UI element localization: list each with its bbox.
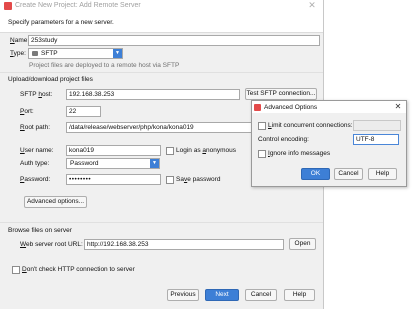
browse-section-title: Browse files on server <box>8 227 72 234</box>
section-divider <box>0 72 323 73</box>
type-select[interactable]: SFTP ▼ <box>28 48 123 59</box>
chevron-down-icon: ▼ <box>113 49 122 58</box>
dont-check-http-checkbox[interactable] <box>12 266 20 274</box>
chevron-down-icon: ▼ <box>150 159 159 168</box>
name-label: Name: <box>10 37 30 44</box>
advanced-options-dialog: Advanced Options ✕ Limit concurrent conn… <box>251 100 407 187</box>
advanced-options-button[interactable]: Advanced options... <box>24 196 87 208</box>
web-root-url-label: Web server root URL: <box>20 241 83 248</box>
previous-button[interactable]: Previous <box>167 289 199 301</box>
dont-check-http-label: Don't check HTTP connection to server <box>22 266 135 273</box>
cancel-button[interactable]: Cancel <box>245 289 277 301</box>
auth-type-select[interactable]: Password ▼ <box>66 158 160 169</box>
save-password-checkbox[interactable] <box>166 176 174 184</box>
close-icon[interactable]: ✕ <box>302 0 322 11</box>
help-button[interactable]: Help <box>368 168 397 180</box>
type-hint: Project files are deployed to a remote h… <box>29 62 180 69</box>
open-button[interactable]: Open <box>289 238 316 250</box>
app-icon <box>254 104 261 111</box>
test-connection-button[interactable]: Test SFTP connection... <box>245 88 317 100</box>
login-anonymous-checkbox[interactable] <box>166 147 174 155</box>
next-button[interactable]: Next <box>205 289 239 301</box>
web-root-url-input[interactable]: http://192.168.38.253 <box>84 239 284 250</box>
control-encoding-label: Control encoding: <box>258 136 309 143</box>
header-text: Specify parameters for a new server. <box>8 19 114 26</box>
app-icon <box>4 2 12 10</box>
auth-type-value: Password <box>70 160 99 167</box>
limit-connections-label: Limit concurrent connections: <box>268 122 353 129</box>
port-label: Port: <box>20 108 34 115</box>
user-name-label: User name: <box>20 147 54 154</box>
control-encoding-input[interactable]: UTF-8 <box>353 134 399 145</box>
name-input[interactable]: 253study <box>28 35 320 46</box>
root-path-input[interactable]: /data/release/webserver/php/kona/kona019 <box>66 122 252 133</box>
ignore-info-checkbox[interactable] <box>258 150 266 158</box>
type-label: Type: <box>10 50 26 57</box>
save-password-label: Save password <box>176 176 221 183</box>
password-input[interactable]: •••••••• <box>66 174 161 185</box>
user-name-input[interactable]: kona019 <box>66 145 161 156</box>
limit-connections-checkbox[interactable] <box>258 122 266 130</box>
advanced-dialog-title: Advanced Options <box>264 104 318 111</box>
cancel-button[interactable]: Cancel <box>334 168 363 180</box>
port-input[interactable]: 22 <box>66 106 101 117</box>
sftp-host-label: SFTP host: <box>20 91 53 98</box>
help-button[interactable]: Help <box>284 289 315 301</box>
dialog-title: Create New Project: Add Remote Server <box>15 2 141 9</box>
type-value: SFTP <box>41 50 58 57</box>
title-bar: Create New Project: Add Remote Server ✕ <box>0 0 323 12</box>
dialog-header: Specify parameters for a new server. <box>0 12 323 33</box>
limit-connections-input[interactable] <box>353 120 401 131</box>
ok-button[interactable]: OK <box>301 168 330 180</box>
sftp-icon <box>32 51 38 56</box>
section-divider <box>0 222 323 223</box>
sftp-host-input[interactable]: 192.168.38.253 <box>66 89 240 100</box>
password-label: Password: <box>20 176 51 183</box>
close-icon[interactable]: ✕ <box>392 102 404 112</box>
login-anonymous-label: Login as anonymous <box>176 147 237 154</box>
ignore-info-label: Ignore info messages <box>268 150 331 157</box>
upload-section-title: Upload/download project files <box>8 76 93 83</box>
auth-type-label: Auth type: <box>20 160 50 167</box>
title-bar: Advanced Options ✕ <box>252 101 406 113</box>
root-path-label: Root path: <box>20 124 51 131</box>
